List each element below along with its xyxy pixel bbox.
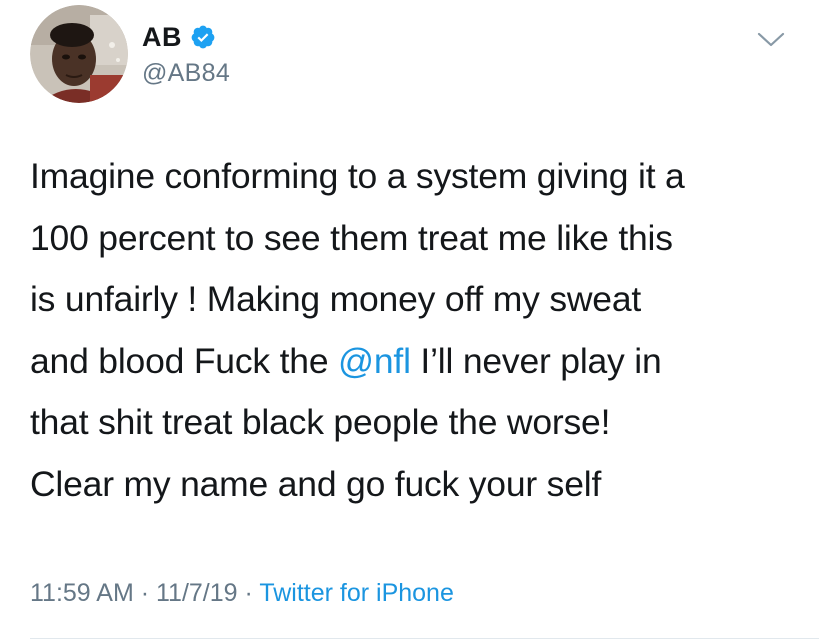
verified-badge-icon [190,24,216,50]
tweet-text-line: that shit treat black people the worse! [30,392,800,454]
tweet-text: Imagine conforming to a system giving it… [30,146,800,515]
meta-separator: · [237,579,260,607]
tweet-date[interactable]: 11/7/19 [156,579,238,607]
tweet-text-line: Imagine conforming to a system giving it… [30,146,800,208]
tweet-text-line: and blood Fuck the @nfl I’ll never play … [30,331,800,393]
display-name[interactable]: AB [142,22,182,52]
tweet-text-segment: Clear my name and go fuck your self [30,463,602,504]
profile-photo [30,5,128,103]
meta-separator: · [133,579,156,607]
divider [30,638,819,639]
tweet-text-line: is unfairly ! Making money off my sweat [30,269,800,331]
chevron-down-icon[interactable] [756,30,786,50]
tweet-text-segment: that shit treat black people the worse! [30,402,611,442]
author-name-row[interactable]: AB [142,22,216,52]
mention-link[interactable]: @nfl [338,341,411,381]
tweet-text-line: 100 percent to see them treat me like th… [30,208,800,270]
tweet-text-segment: and blood Fuck the [30,340,339,381]
tweet-text-segment: Imagine conforming to a system giving it… [30,156,685,196]
tweet-meta: 11:59 AM · 11/7/19 · Twitter for iPhone [30,578,454,608]
tweet-text-segment: 100 percent to see them treat me like th… [30,217,673,258]
tweet-text-segment: I’ll never play in [410,340,662,381]
avatar[interactable] [30,5,128,103]
tweet-source-link[interactable]: Twitter for iPhone [259,579,454,607]
tweet-text-line: Clear my name and go fuck your self [30,454,800,516]
user-handle[interactable]: @AB84 [142,59,230,87]
tweet-time[interactable]: 11:59 AM [30,579,134,607]
tweet-text-segment: is unfairly ! Making money off my sweat [30,279,642,319]
